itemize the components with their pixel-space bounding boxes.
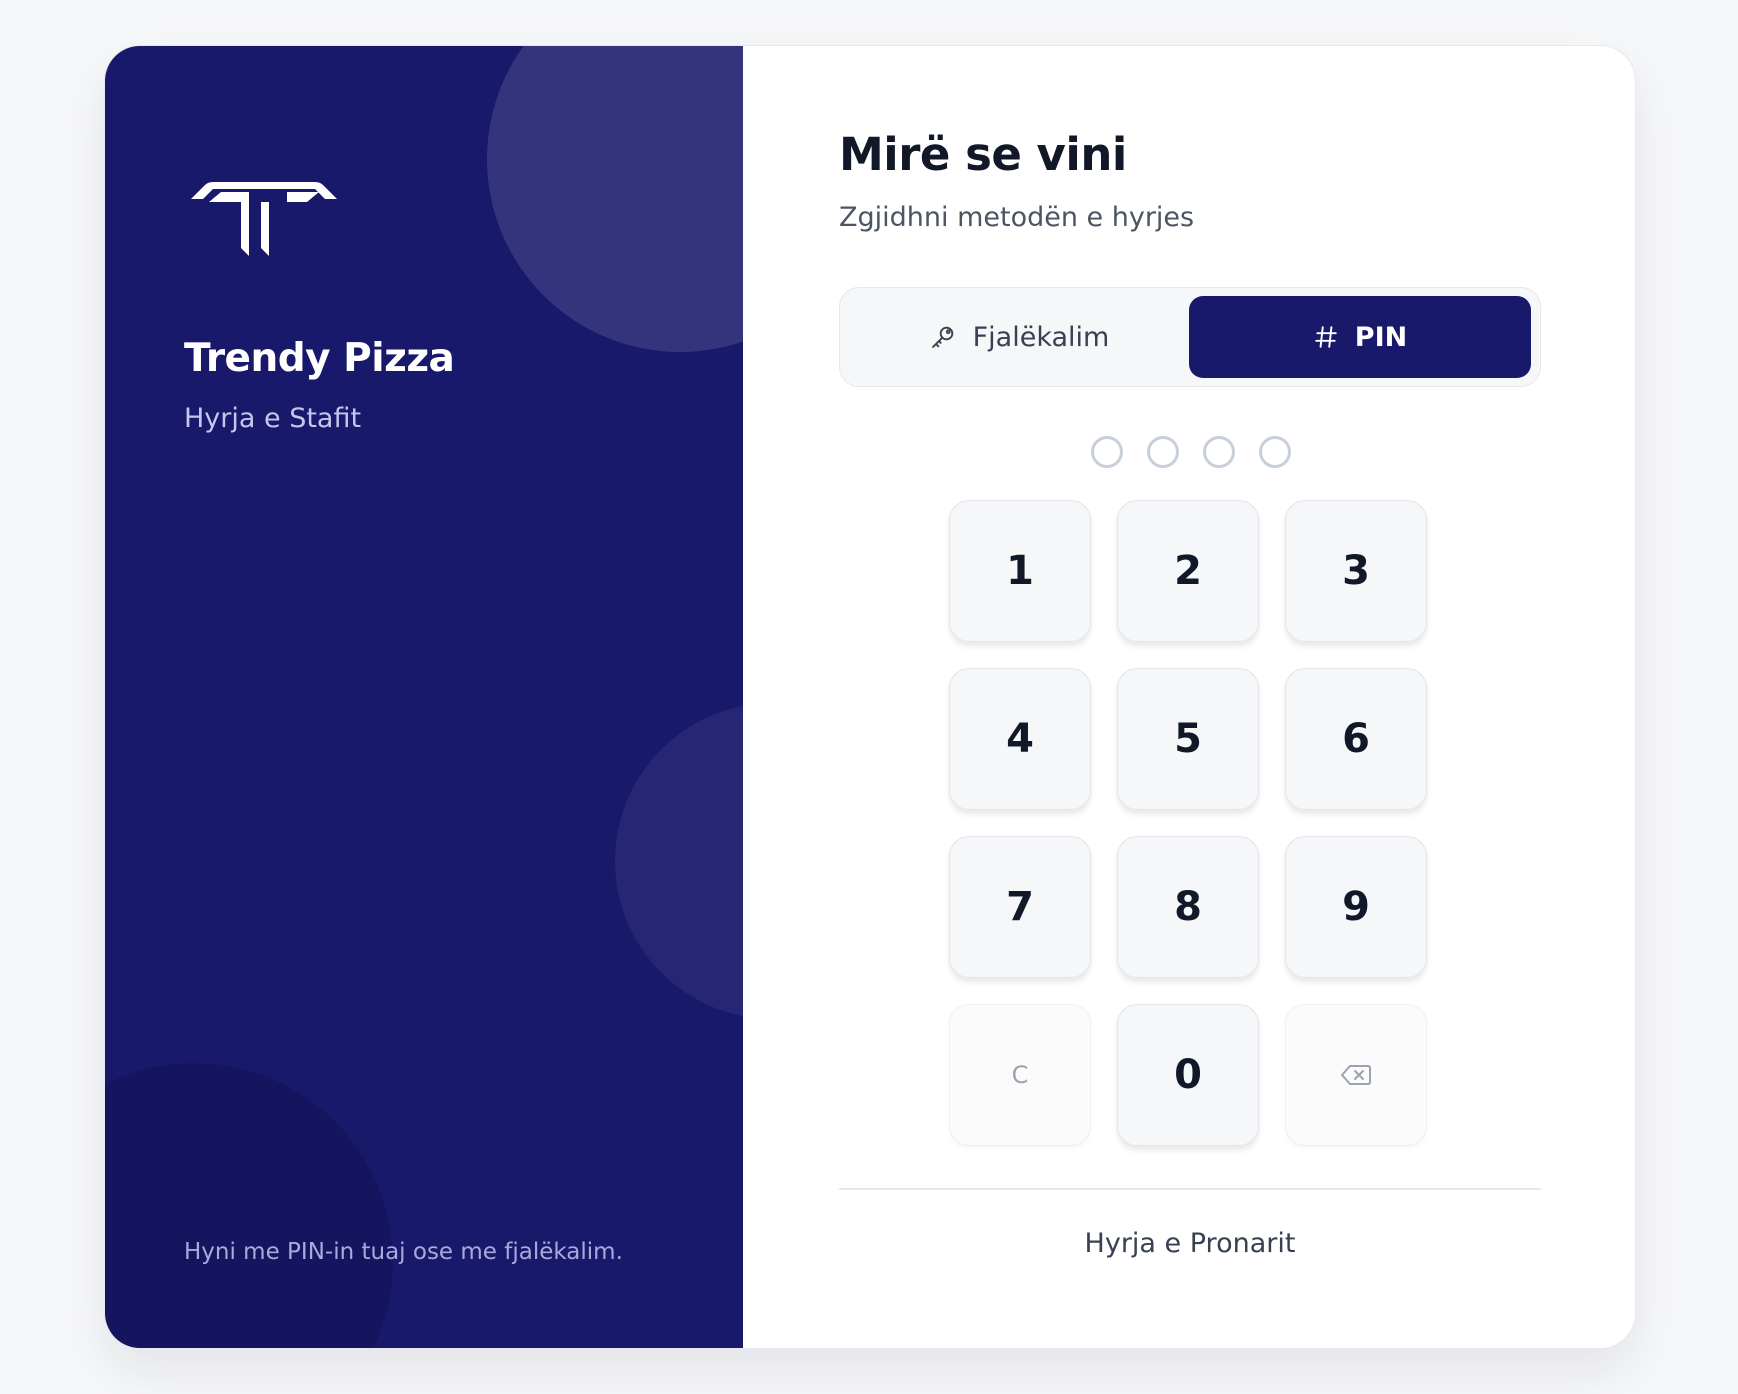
backspace-icon [1341,1065,1371,1085]
page-title: Mirë se vini [839,128,1127,181]
pin-dot [1147,436,1179,468]
divider [839,1188,1541,1190]
key-0[interactable]: 0 [1117,1004,1259,1146]
login-method-tabs: Fjalëkalim PIN [839,287,1541,387]
key-1[interactable]: 1 [949,500,1091,642]
brand-footer-text: Hyni me PIN-in tuaj ose me fjalëkalim. [184,1239,623,1265]
tab-pin[interactable]: PIN [1189,296,1531,378]
key-6[interactable]: 6 [1285,668,1427,810]
decor-circle [487,46,743,352]
owner-login-link[interactable]: Hyrja e Pronarit [839,1228,1541,1259]
trendy-t-logo [191,182,337,256]
tab-password[interactable]: Fjalëkalim [848,296,1190,378]
brand-name: Trendy Pizza [184,336,455,381]
pin-dot [1203,436,1235,468]
key-4[interactable]: 4 [949,668,1091,810]
pin-dot [1259,436,1291,468]
key-2[interactable]: 2 [1117,500,1259,642]
brand-panel: Trendy Pizza Hyrja e Stafit Hyni me PIN-… [105,46,743,1348]
key-5[interactable]: 5 [1117,668,1259,810]
decor-circle [615,703,743,1019]
decor-circle [105,1063,393,1348]
brand-subtitle: Hyrja e Stafit [184,403,362,434]
backspace-button[interactable] [1285,1004,1427,1146]
clear-button[interactable]: C [949,1004,1091,1146]
key-7[interactable]: 7 [949,836,1091,978]
hash-icon [1315,326,1337,348]
pin-keypad: 1 2 3 4 5 6 7 8 9 C 0 [949,500,1427,1146]
page-subtitle: Zgjidhni metodën e hyrjes [839,202,1195,233]
login-panel: Mirë se vini Zgjidhni metodën e hyrjes F… [743,46,1635,1348]
key-8[interactable]: 8 [1117,836,1259,978]
tab-pin-label: PIN [1354,321,1408,353]
tab-password-label: Fjalëkalim [972,321,1110,353]
key-3[interactable]: 3 [1285,500,1427,642]
login-card: Trendy Pizza Hyrja e Stafit Hyni me PIN-… [104,45,1636,1349]
pin-dot [1091,436,1123,468]
key-9[interactable]: 9 [1285,836,1427,978]
pin-indicator [1091,436,1291,468]
key-icon [931,326,953,348]
